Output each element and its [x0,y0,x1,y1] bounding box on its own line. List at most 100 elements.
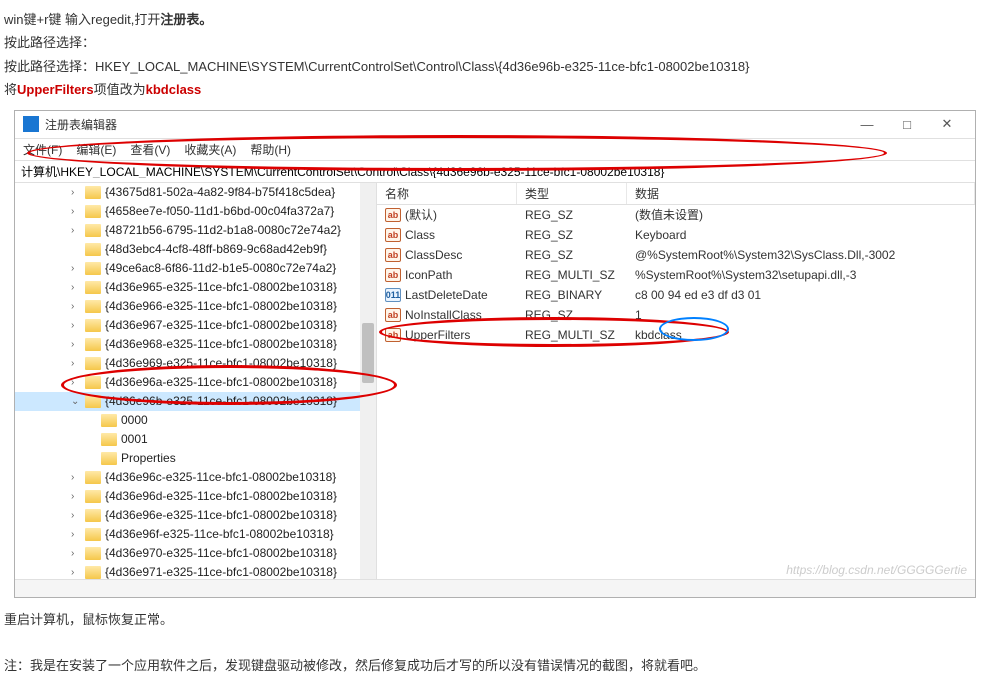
tree-item[interactable]: ›{4d36e970-e325-11ce-bfc1-08002be10318} [15,544,376,563]
tree-item[interactable]: › {4d36e96f-e325-11ce-bfc1-08002be10318} [15,525,376,544]
chevron-icon[interactable]: ⌄ [71,396,83,407]
value-name: LastDeleteDate [405,288,488,302]
tree-item-label: {4d36e96a-e325-11ce-bfc1-08002be10318} [105,375,337,389]
string-value-icon: ab [385,228,401,242]
addressbar [15,161,975,183]
tree-item[interactable]: ›{4d36e967-e325-11ce-bfc1-08002be10318} [15,316,376,335]
tree-item[interactable]: ›{43675d81-502a-4a82-9f84-b75f418c5dea} [15,183,376,202]
tree-item-label: {4d36e96b-e325-11ce-bfc1-08002be10318} [105,394,337,408]
tree-item[interactable]: ›{48721b56-6795-11d2-b1a8-0080c72e74a2} [15,221,376,240]
folder-icon [85,490,101,503]
value-type: REG_MULTI_SZ [517,268,627,282]
tree-item-label: {4d36e971-e325-11ce-bfc1-08002be10318} [105,565,337,579]
tree-item[interactable]: 0001 [15,430,376,449]
tree-item[interactable]: Properties [15,449,376,468]
tree-item[interactable]: {48d3ebc4-4cf8-48ff-b869-9c68ad42eb9f} [15,240,376,259]
chevron-icon[interactable]: › [71,320,83,331]
menu-edit[interactable]: 编辑(E) [76,141,116,158]
chevron-icon[interactable]: › [71,282,83,293]
string-value-icon: ab [385,248,401,262]
registry-value-row[interactable]: 011LastDeleteDateREG_BINARYc8 00 94 ed e… [377,285,975,305]
chevron-icon[interactable]: › [71,339,83,350]
col-header-type[interactable]: 类型 [517,183,627,204]
chevron-icon[interactable]: › [71,301,83,312]
registry-value-row[interactable]: abClassREG_SZKeyboard [377,225,975,245]
value-data: 1 [627,308,975,322]
col-header-name[interactable]: 名称 [377,183,517,204]
chevron-icon[interactable]: › [71,491,83,502]
menu-file[interactable]: 文件(F) [23,141,62,158]
tree-item[interactable]: 0000 [15,411,376,430]
folder-icon [85,243,101,256]
value-name: UpperFilters [405,328,470,342]
address-input[interactable] [21,164,969,178]
tree-item[interactable]: › {4d36e968-e325-11ce-bfc1-08002be10318} [15,335,376,354]
tree-item[interactable]: › {4d36e966-e325-11ce-bfc1-08002be10318} [15,297,376,316]
registry-value-row[interactable]: abIconPathREG_MULTI_SZ%SystemRoot%\Syste… [377,265,975,285]
chevron-icon[interactable]: › [71,377,83,388]
tree-scrollbar[interactable] [360,183,376,579]
chevron-icon[interactable]: › [71,472,83,483]
menu-view[interactable]: 查看(V) [130,141,170,158]
maximize-button[interactable]: □ [887,110,927,138]
chevron-icon[interactable]: › [71,187,83,198]
tree-item[interactable]: ›{4d36e969-e325-11ce-bfc1-08002be10318} [15,354,376,373]
tree-pane[interactable]: ›{43675d81-502a-4a82-9f84-b75f418c5dea}›… [15,183,377,579]
tree-item-label: {4d36e968-e325-11ce-bfc1-08002be10318} [105,337,337,351]
tree-item-label: {4d36e966-e325-11ce-bfc1-08002be10318} [105,299,337,313]
outro-text: 重启计算机，鼠标恢复正常。 注：我是在安装了一个应用软件之后，发现键盘驱动被修改… [4,608,981,678]
folder-icon [85,224,101,237]
folder-icon [85,547,101,560]
folder-icon [85,509,101,522]
tree-item-label: 0000 [121,413,148,427]
tree-item-label: {4d36e96c-e325-11ce-bfc1-08002be10318} [105,470,336,484]
minimize-button[interactable]: — [847,110,887,138]
col-header-data[interactable]: 数据 [627,183,975,204]
tree-item-label: 0001 [121,432,148,446]
string-value-icon: ab [385,208,401,222]
window-title: 注册表编辑器 [45,116,847,133]
tree-item[interactable]: ⌄ {4d36e96b-e325-11ce-bfc1-08002be10318} [15,392,376,411]
chevron-icon[interactable]: › [71,206,83,217]
value-name: NoInstallClass [405,308,482,322]
tree-item[interactable]: ›{4d36e96d-e325-11ce-bfc1-08002be10318} [15,487,376,506]
tree-item[interactable]: › {49ce6ac8-6f86-11d2-b1e5-0080c72e74a2} [15,259,376,278]
binary-value-icon: 011 [385,288,401,302]
folder-icon [101,433,117,446]
tree-item[interactable]: ›{4d36e965-e325-11ce-bfc1-08002be10318} [15,278,376,297]
tree-item[interactable]: ›{4d36e96e-e325-11ce-bfc1-08002be10318} [15,506,376,525]
intro-text: win键+r键 输入regedit,打开注册表。 按此路径选择： 按此路径选择：… [4,8,981,102]
string-value-icon: ab [385,268,401,282]
folder-icon [85,357,101,370]
tree-item-label: {4d36e96f-e325-11ce-bfc1-08002be10318} [105,527,334,541]
tree-scroll-thumb[interactable] [362,323,374,383]
folder-icon [85,528,101,541]
registry-value-row[interactable]: abNoInstallClassREG_SZ1 [377,305,975,325]
chevron-icon[interactable]: › [71,548,83,559]
chevron-icon[interactable]: › [71,225,83,236]
menu-favorites[interactable]: 收藏夹(A) [184,141,236,158]
chevron-icon[interactable]: › [71,263,83,274]
chevron-icon[interactable]: › [71,529,83,540]
chevron-icon[interactable]: › [71,510,83,521]
tree-item[interactable]: › {4d36e971-e325-11ce-bfc1-08002be10318} [15,563,376,579]
registry-value-row[interactable]: abClassDescREG_SZ@%SystemRoot%\System32\… [377,245,975,265]
menu-help[interactable]: 帮助(H) [250,141,291,158]
registry-value-row[interactable]: abUpperFiltersREG_MULTI_SZkbdclass [377,325,975,345]
chevron-icon[interactable]: › [71,567,83,578]
close-button[interactable]: ✕ [927,110,967,138]
tree-item-label: {48d3ebc4-4cf8-48ff-b869-9c68ad42eb9f} [105,242,327,256]
tree-item[interactable]: › {4d36e96a-e325-11ce-bfc1-08002be10318} [15,373,376,392]
value-data: kbdclass [627,328,975,342]
registry-value-row[interactable]: ab(默认)REG_SZ(数值未设置) [377,205,975,225]
tree-item-label: {49ce6ac8-6f86-11d2-b1e5-0080c72e74a2} [105,261,336,275]
list-header: 名称 类型 数据 [377,183,975,205]
value-data: (数值未设置) [627,206,975,223]
statusbar [15,579,975,597]
folder-icon [85,338,101,351]
tree-item[interactable]: ›{4658ee7e-f050-11d1-b6bd-00c04fa372a7} [15,202,376,221]
tree-item[interactable]: › {4d36e96c-e325-11ce-bfc1-08002be10318} [15,468,376,487]
folder-icon [85,281,101,294]
value-data: c8 00 94 ed e3 df d3 01 [627,288,975,302]
chevron-icon[interactable]: › [71,358,83,369]
